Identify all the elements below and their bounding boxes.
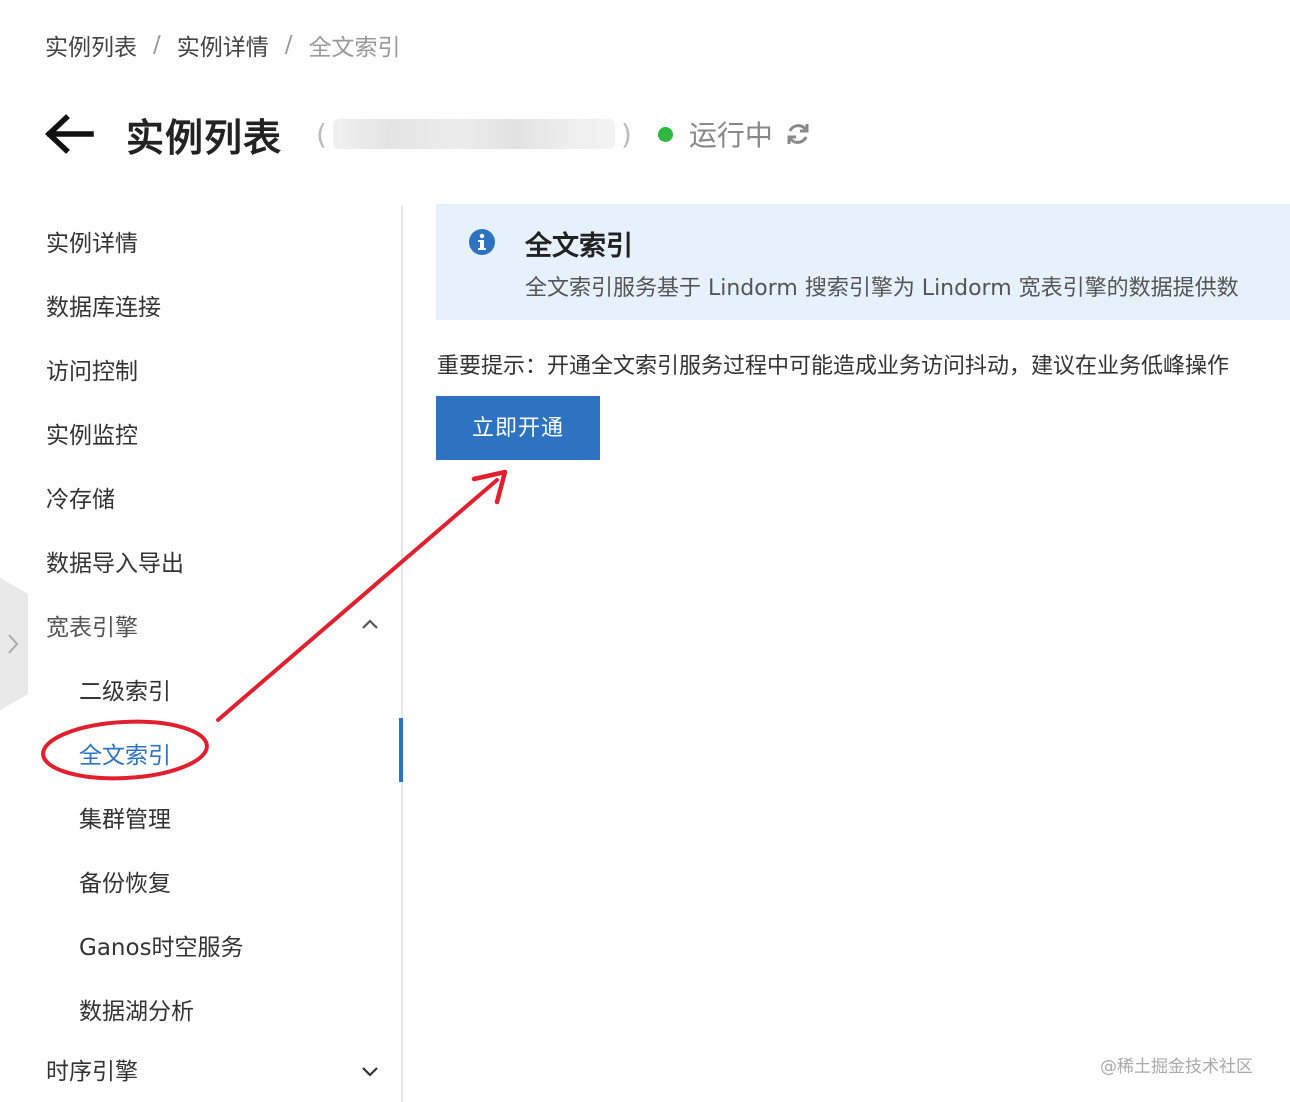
page-title: 实例列表: [126, 115, 283, 160]
sidebar-item-cold-storage[interactable]: 冷存储: [46, 468, 115, 532]
sidebar-item-data-lake-analysis[interactable]: 数据湖分析: [79, 980, 194, 1044]
sidebar-item-ganos[interactable]: Ganos时空服务: [79, 916, 244, 980]
sidebar-item-db-connection[interactable]: 数据库连接: [46, 276, 161, 340]
sidebar-item-data-import-export[interactable]: 数据导入导出: [46, 532, 184, 596]
breadcrumb-instance-detail[interactable]: 实例详情: [177, 28, 269, 62]
sidebar-group-timeseries[interactable]: 时序引擎: [46, 1040, 138, 1102]
sidebar: 实例详情 数据库连接 访问控制 实例监控 冷存储 数据导入导出 宽表引擎 二级索…: [0, 206, 404, 1102]
annotation-arrow-head: [471, 469, 508, 505]
breadcrumb-instance-list[interactable]: 实例列表: [45, 28, 137, 62]
info-title: 全文索引: [525, 231, 633, 262]
sidebar-item-instance-detail[interactable]: 实例详情: [46, 212, 138, 276]
sidebar-item-fulltext-index[interactable]: 全文索引: [79, 724, 171, 788]
important-notice: 重要提示：开通全文索引服务过程中可能造成业务访问抖动，建议在业务低峰操作: [437, 354, 1230, 379]
sidebar-item-cluster-management[interactable]: 集群管理: [79, 788, 171, 852]
info-circle-icon: [469, 229, 495, 255]
status-dot: [657, 126, 673, 142]
sidebar-item-access-control[interactable]: 访问控制: [46, 340, 138, 404]
sidebar-divider: [401, 206, 403, 1102]
page-header: 实例列表 ( ) 运行中: [44, 108, 811, 160]
info-banner: 全文索引 全文索引服务基于 Lindorm 搜索引擎为 Lindorm 宽表引擎…: [436, 204, 1290, 320]
info-description: 全文索引服务基于 Lindorm 搜索引擎为 Lindorm 宽表引擎的数据提供…: [525, 276, 1239, 301]
instance-id-paren-open: (: [316, 117, 327, 151]
sidebar-group-wide-table[interactable]: 宽表引擎: [46, 596, 138, 660]
breadcrumb-current: 全文索引: [308, 35, 401, 61]
chevron-up-icon[interactable]: [358, 612, 382, 636]
breadcrumb-separator: /: [153, 32, 161, 58]
chevron-down-icon[interactable]: [358, 1059, 382, 1083]
breadcrumb-separator: /: [284, 32, 293, 58]
arrow-left-icon[interactable]: [44, 114, 94, 154]
enable-now-button[interactable]: 立即开通: [436, 396, 600, 460]
status-text: 运行中: [688, 119, 773, 152]
active-indicator: [399, 718, 403, 782]
refresh-icon[interactable]: [785, 121, 811, 147]
instance-id-redacted: [332, 119, 615, 149]
sidebar-item-secondary-index[interactable]: 二级索引: [79, 660, 171, 724]
watermark: @稀土掘金技术社区: [1100, 1057, 1253, 1077]
sidebar-item-backup-restore[interactable]: 备份恢复: [79, 852, 171, 916]
sidebar-item-instance-monitor[interactable]: 实例监控: [46, 404, 138, 468]
instance-id-paren-close: ): [620, 117, 632, 151]
breadcrumb: 实例列表 / 实例详情 / 全文索引: [45, 28, 401, 62]
